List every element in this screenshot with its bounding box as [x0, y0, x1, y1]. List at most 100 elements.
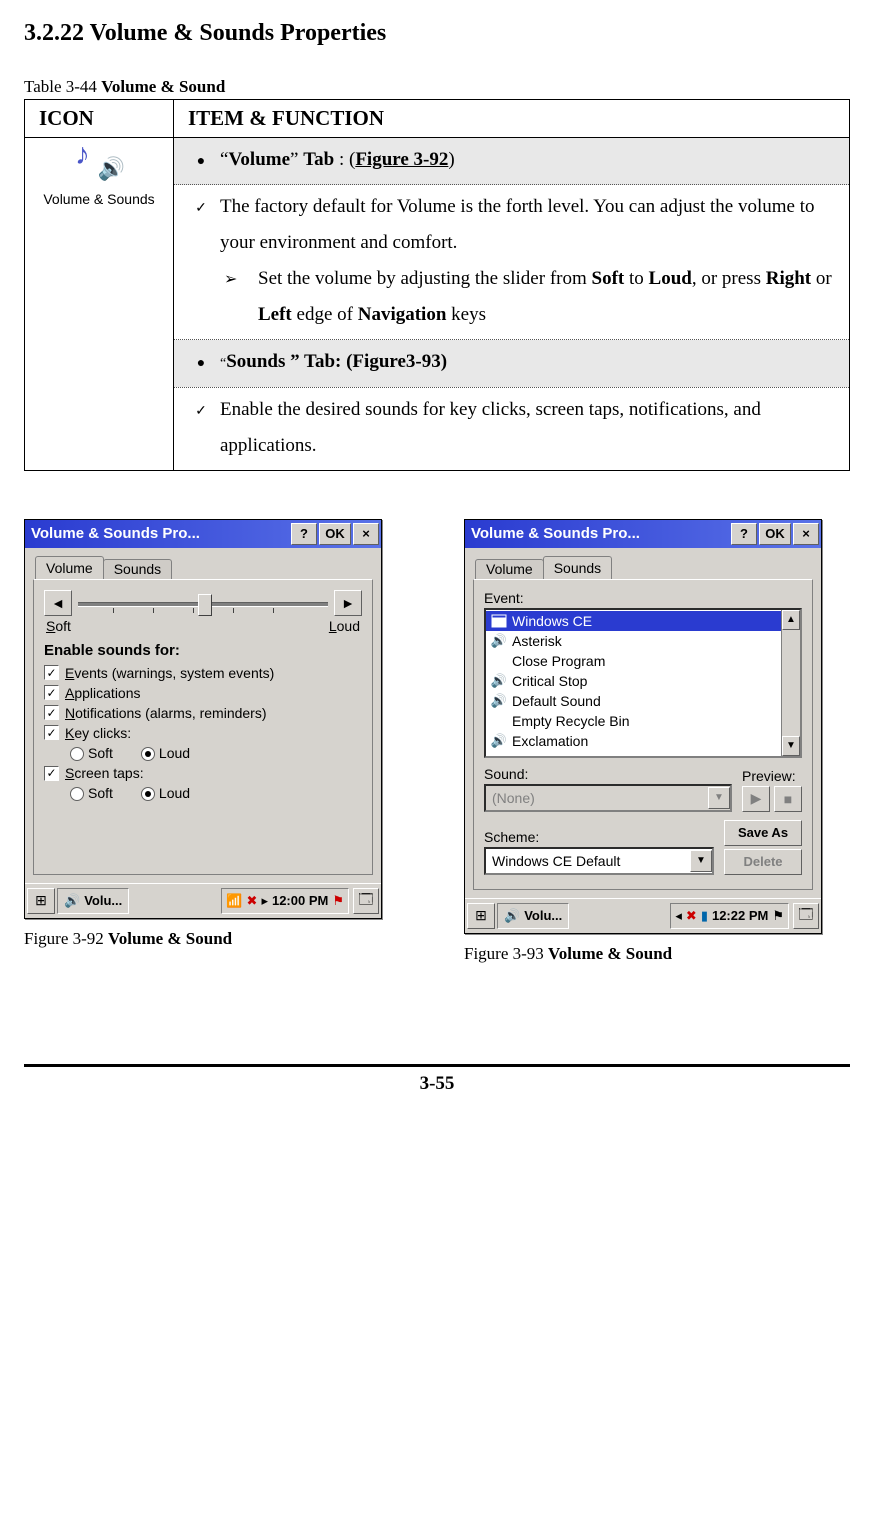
sound-label: Sound:	[484, 766, 732, 782]
window-title: Volume & Sounds Pro...	[471, 525, 729, 542]
tray-arrow-icon: ▸	[261, 893, 268, 909]
speaker-icon: 🔊	[64, 893, 80, 909]
help-button[interactable]: ?	[731, 523, 757, 545]
sound-combo[interactable]: (None) ▼	[484, 784, 732, 812]
list-item[interactable]: 🔊Default Sound	[486, 691, 800, 711]
titlebar[interactable]: Volume & Sounds Pro... ? OK ×	[25, 520, 381, 548]
preview-play-button[interactable]: ▶	[742, 786, 770, 812]
row-volume-tab: ● “Volume” Tab : (Figure 3-92)	[174, 138, 850, 185]
figure-caption-2: Figure 3-93 Volume & Sound	[464, 944, 824, 964]
tab-volume[interactable]: Volume	[35, 556, 104, 579]
dialog-volume: Volume & Sounds Pro... ? OK × Volume Sou…	[24, 519, 382, 919]
radio-key-loud[interactable]: Loud	[141, 745, 190, 761]
list-item[interactable]: 🔊Critical Stop	[486, 671, 800, 691]
radio-tap-soft[interactable]: Soft	[70, 785, 113, 801]
no-sound-event-icon	[490, 713, 508, 729]
dropdown-icon[interactable]: ▼	[690, 850, 712, 872]
taskbar-task[interactable]: 🔊 Volu...	[57, 888, 129, 914]
row-volume-desc: ✓ The factory default for Volume is the …	[174, 185, 850, 340]
help-button[interactable]: ?	[291, 523, 317, 545]
volume-up-button[interactable]: ►	[334, 590, 362, 616]
tab-volume[interactable]: Volume	[475, 559, 544, 579]
close-button[interactable]: ×	[793, 523, 819, 545]
list-item[interactable]: Empty Recycle Bin	[486, 711, 800, 731]
volume-slider[interactable]	[78, 590, 328, 616]
footer-rule	[24, 1064, 850, 1067]
slider-loud-label: Loud	[329, 618, 360, 634]
dropdown-icon[interactable]: ▼	[708, 787, 730, 809]
scrollbar[interactable]: ▲ ▼	[781, 610, 800, 756]
checkbox-screentaps-label: Screen taps:	[65, 765, 144, 781]
sound-value: (None)	[486, 790, 708, 806]
bullet-icon: ●	[182, 351, 220, 378]
list-item-label: Windows CE	[512, 613, 592, 629]
ok-button[interactable]: OK	[759, 523, 791, 545]
start-button[interactable]: ⊞	[27, 888, 55, 914]
volume-down-button[interactable]: ◄	[44, 590, 72, 616]
check-icon: ✓	[182, 196, 220, 223]
checkbox-events[interactable]: ✓	[44, 665, 59, 680]
ok-button[interactable]: OK	[319, 523, 351, 545]
list-item[interactable]: Windows CE	[486, 611, 800, 631]
clock: 12:00 PM	[272, 893, 328, 908]
preview-label: Preview:	[742, 768, 802, 784]
checkbox-screentaps[interactable]: ✓	[44, 766, 59, 781]
preview-stop-button[interactable]: ■	[774, 786, 802, 812]
status-icon: ✖	[686, 908, 697, 924]
list-item[interactable]: 🔊Exclamation	[486, 731, 800, 751]
system-tray[interactable]: 📶 ✖ ▸ 12:00 PM ⚑	[221, 888, 349, 914]
table-caption-bold: Volume & Sound	[101, 77, 225, 96]
titlebar[interactable]: Volume & Sounds Pro... ? OK ×	[465, 520, 821, 548]
checkbox-events-label: Events (warnings, system events)	[65, 665, 274, 681]
network-icon: 📶	[226, 893, 242, 909]
scroll-down-button[interactable]: ▼	[782, 736, 800, 756]
dialog-sounds: Volume & Sounds Pro... ? OK × Volume Sou…	[464, 519, 822, 934]
volume-sounds-icon: ♪ 🔊	[71, 138, 127, 184]
arrow-icon: ➢	[224, 265, 258, 295]
tab-sounds[interactable]: Sounds	[543, 556, 612, 579]
taskbar: ⊞ 🔊 Volu... 📶 ✖ ▸ 12:00 PM ⚑ 🗔	[25, 883, 381, 918]
save-as-button[interactable]: Save As	[724, 820, 802, 846]
figure-caption-1: Figure 3-92 Volume & Sound	[24, 929, 384, 949]
icon-cell: ♪ 🔊 Volume & Sounds	[25, 138, 174, 471]
radio-tap-loud[interactable]: Loud	[141, 785, 190, 801]
event-listbox[interactable]: Windows CE🔊AsteriskClose Program🔊Critica…	[484, 608, 802, 758]
system-tray[interactable]: ◂ ✖ ▮ 12:22 PM ⚑	[670, 903, 789, 929]
checkbox-applications-label: Applications	[65, 685, 141, 701]
properties-table: ICON ITEM & FUNCTION ♪ 🔊 Volume & Sounds…	[24, 99, 850, 471]
checkbox-keyclicks[interactable]: ✓	[44, 725, 59, 740]
sound-event-icon: 🔊	[490, 693, 508, 709]
checkbox-applications[interactable]: ✓	[44, 685, 59, 700]
tray-status-icon: ⚑	[332, 893, 344, 909]
task-label: Volu...	[524, 908, 562, 923]
checkbox-notifications[interactable]: ✓	[44, 705, 59, 720]
checkbox-keyclicks-label: Key clicks:	[65, 725, 131, 741]
scroll-up-button[interactable]: ▲	[782, 610, 800, 630]
list-item-label: Exclamation	[512, 733, 588, 749]
start-button[interactable]: ⊞	[467, 903, 495, 929]
taskbar-task[interactable]: 🔊 Volu...	[497, 903, 569, 929]
checkbox-notifications-label: Notifications (alarms, reminders)	[65, 705, 267, 721]
status-icon: ✖	[247, 893, 258, 909]
list-item-label: Asterisk	[512, 633, 562, 649]
icon-label: Volume & Sounds	[25, 192, 173, 207]
list-item-label: Empty Recycle Bin	[512, 713, 629, 729]
figure-link: Figure 3-92	[355, 149, 448, 170]
show-desktop-button[interactable]: 🗔	[353, 888, 379, 914]
list-item[interactable]: Close Program	[486, 651, 800, 671]
show-desktop-button[interactable]: 🗔	[793, 903, 819, 929]
scheme-combo[interactable]: Windows CE Default ▼	[484, 847, 714, 875]
row-sounds-tab: ● “Sounds ” Tab: (Figure3-93)	[174, 340, 850, 387]
row-sounds-desc-text: Enable the desired sounds for key clicks…	[220, 392, 841, 464]
scheme-label: Scheme:	[484, 829, 714, 845]
tab-sounds[interactable]: Sounds	[103, 559, 172, 579]
radio-key-soft[interactable]: Soft	[70, 745, 113, 761]
list-item[interactable]: 🔊Asterisk	[486, 631, 800, 651]
speaker-icon: 🔊	[504, 908, 520, 924]
delete-button[interactable]: Delete	[724, 849, 802, 875]
music-note-icon: ♪	[75, 138, 90, 172]
desktop-icon: 🗔	[798, 904, 813, 928]
row-sounds-tab-text: “Sounds ” Tab: (Figure3-93)	[220, 344, 841, 380]
th-item: ITEM & FUNCTION	[174, 100, 850, 138]
close-button[interactable]: ×	[353, 523, 379, 545]
